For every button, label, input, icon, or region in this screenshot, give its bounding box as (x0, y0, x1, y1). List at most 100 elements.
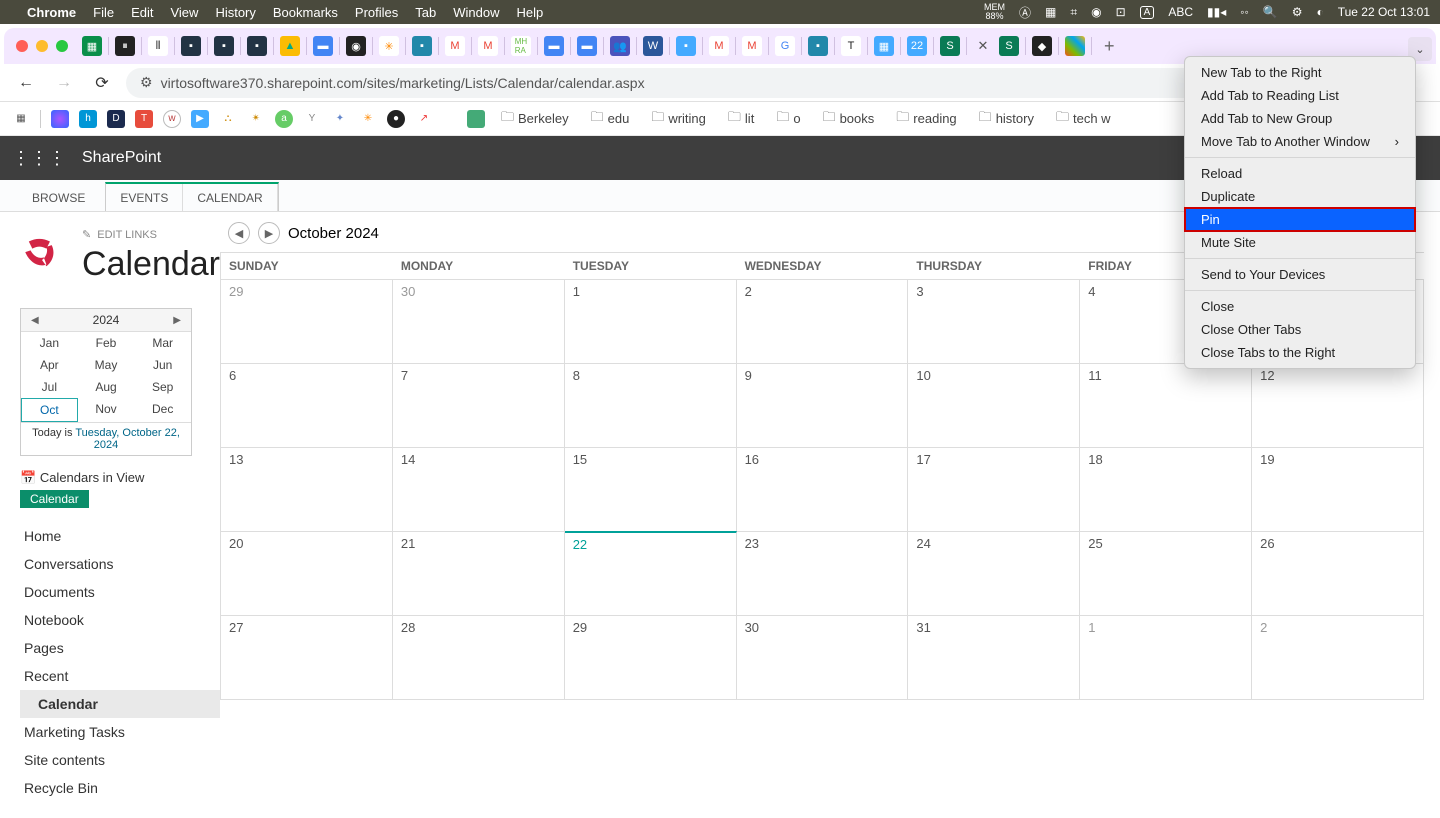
calendar-day-cell[interactable]: 31 (908, 615, 1080, 699)
ctx-add-new-group[interactable]: Add Tab to New Group (1185, 107, 1415, 130)
ribbon-tab-browse[interactable]: BROWSE (18, 184, 99, 211)
today-link[interactable]: Tuesday, October 22, 2024 (75, 427, 180, 451)
tab-favicon[interactable]: M (709, 36, 729, 56)
calendar-day-cell[interactable]: 14 (393, 447, 565, 531)
calendar-day-cell[interactable]: 20 (221, 531, 393, 615)
sharepoint-brand[interactable]: SharePoint (82, 149, 161, 167)
status-icon[interactable]: ⊡ (1116, 5, 1126, 19)
nav-item[interactable]: Notebook (20, 606, 220, 634)
calendar-day-cell[interactable]: 29 (565, 615, 737, 699)
bookmark-icon[interactable]: h (79, 110, 97, 128)
mini-cal-month[interactable]: Jan (21, 332, 78, 354)
next-month-button[interactable]: ▶ (258, 222, 280, 244)
nav-item[interactable]: Calendar (20, 690, 220, 718)
menu-tab[interactable]: Tab (415, 5, 436, 20)
bookmark-folder[interactable]: 🗀tech w (1050, 105, 1117, 133)
tab-favicon[interactable]: W (643, 36, 663, 56)
calendar-day-cell[interactable]: 12 (1252, 363, 1424, 447)
siri-icon[interactable]: ◐ (1316, 5, 1323, 19)
bookmark-icon[interactable]: ✴ (247, 110, 265, 128)
app-launcher-icon[interactable]: ⋮⋮⋮ (12, 148, 66, 169)
ribbon-tab-calendar[interactable]: CALENDAR (183, 184, 277, 211)
nav-item[interactable]: Conversations (20, 550, 220, 578)
bookmark-folder[interactable]: 🗀books (817, 105, 881, 133)
mini-cal-month[interactable]: May (78, 354, 135, 376)
mini-cal-month[interactable]: Oct (21, 398, 78, 422)
bookmark-folder[interactable]: 🗀reading (890, 105, 962, 133)
tab-favicon[interactable]: ▦ (82, 36, 102, 56)
close-window-icon[interactable] (16, 40, 28, 52)
mini-cal-month[interactable]: Jul (21, 376, 78, 398)
ctx-close-right[interactable]: Close Tabs to the Right (1185, 341, 1415, 364)
tab-favicon[interactable]: ▪ (214, 36, 234, 56)
ctx-duplicate[interactable]: Duplicate (1185, 185, 1415, 208)
tab-favicon[interactable]: ▪ (808, 36, 828, 56)
tab-favicon[interactable]: 👥 (610, 36, 630, 56)
tab-favicon[interactable]: ▬ (577, 36, 597, 56)
calendar-day-cell[interactable]: 24 (908, 531, 1080, 615)
calendar-day-cell[interactable]: 17 (908, 447, 1080, 531)
menu-profiles[interactable]: Profiles (355, 5, 398, 20)
calendar-day-cell[interactable]: 29 (221, 279, 393, 363)
ctx-mute-site[interactable]: Mute Site (1185, 231, 1415, 254)
calendar-day-cell[interactable]: 23 (737, 531, 909, 615)
calendar-day-cell[interactable]: 15 (565, 447, 737, 531)
bookmark-icon[interactable] (51, 110, 69, 128)
input-source-badge[interactable]: A (1140, 6, 1155, 19)
window-controls[interactable] (16, 40, 68, 52)
bookmark-icon[interactable]: ↗ (415, 110, 433, 128)
mini-cal-month[interactable]: Nov (78, 398, 135, 422)
calendar-day-cell[interactable]: 9 (737, 363, 909, 447)
tab-favicon[interactable]: ⏸ (115, 36, 135, 56)
tab-favicon[interactable]: ▦ (874, 36, 894, 56)
tab-favicon[interactable]: M (742, 36, 762, 56)
calendar-day-cell[interactable]: 30 (737, 615, 909, 699)
tab-favicon[interactable]: ▬ (544, 36, 564, 56)
bookmark-icon[interactable]: w (163, 110, 181, 128)
menu-history[interactable]: History (215, 5, 255, 20)
mini-cal-month[interactable]: Mar (134, 332, 191, 354)
calendar-day-cell[interactable]: 6 (221, 363, 393, 447)
calendar-day-cell[interactable]: 2 (1252, 615, 1424, 699)
app-name[interactable]: Chrome (27, 5, 76, 20)
ctx-close-other[interactable]: Close Other Tabs (1185, 318, 1415, 341)
ctx-pin[interactable]: Pin (1185, 208, 1415, 231)
bookmark-icon[interactable]: ▶ (191, 110, 209, 128)
memory-indicator[interactable]: MEM88% (984, 3, 1005, 21)
bookmark-icon[interactable]: ✦ (331, 110, 349, 128)
calendar-day-cell[interactable]: 11 (1080, 363, 1252, 447)
ctx-send-devices[interactable]: Send to Your Devices (1185, 263, 1415, 286)
ctx-move-tab[interactable]: Move Tab to Another Window› (1185, 130, 1415, 153)
tab-favicon[interactable]: T (841, 36, 861, 56)
bookmark-folder[interactable]: 🗀edu (585, 105, 636, 133)
menu-window[interactable]: Window (453, 5, 499, 20)
calendar-day-cell[interactable]: 3 (908, 279, 1080, 363)
calendar-day-cell[interactable]: 8 (565, 363, 737, 447)
zoom-window-icon[interactable] (56, 40, 68, 52)
mini-cal-month[interactable]: Aug (78, 376, 135, 398)
ctx-reload[interactable]: Reload (1185, 162, 1415, 185)
tab-favicon[interactable]: S (940, 36, 960, 56)
nav-item[interactable]: Recent (20, 662, 220, 690)
tab-favicon[interactable]: M (445, 36, 465, 56)
tab-favicon[interactable]: S (999, 36, 1019, 56)
bookmark-folder[interactable]: 🗀Berkeley (495, 105, 575, 133)
bookmark-folder[interactable]: 🗀o (770, 105, 806, 133)
tab-favicon[interactable]: M (478, 36, 498, 56)
mini-cal-month[interactable]: Feb (78, 332, 135, 354)
menu-edit[interactable]: Edit (131, 5, 153, 20)
tab-favicon[interactable]: ▲ (280, 36, 300, 56)
tab-favicon[interactable]: ⫴ (148, 36, 168, 56)
calendar-day-cell[interactable]: 2 (737, 279, 909, 363)
tab-favicon[interactable]: 22 (907, 36, 927, 56)
bookmark-icon[interactable] (467, 110, 485, 128)
calendar-day-cell[interactable]: 18 (1080, 447, 1252, 531)
tab-favicon[interactable]: ▬ (313, 36, 333, 56)
menu-file[interactable]: File (93, 5, 114, 20)
tab-favicon[interactable]: MHRA (511, 36, 531, 56)
menu-bookmarks[interactable]: Bookmarks (273, 5, 338, 20)
bookmark-icon[interactable]: T (135, 110, 153, 128)
calendar-day-cell[interactable]: 10 (908, 363, 1080, 447)
tab-favicon[interactable]: ▪ (412, 36, 432, 56)
tab-favicon[interactable]: ▪ (247, 36, 267, 56)
